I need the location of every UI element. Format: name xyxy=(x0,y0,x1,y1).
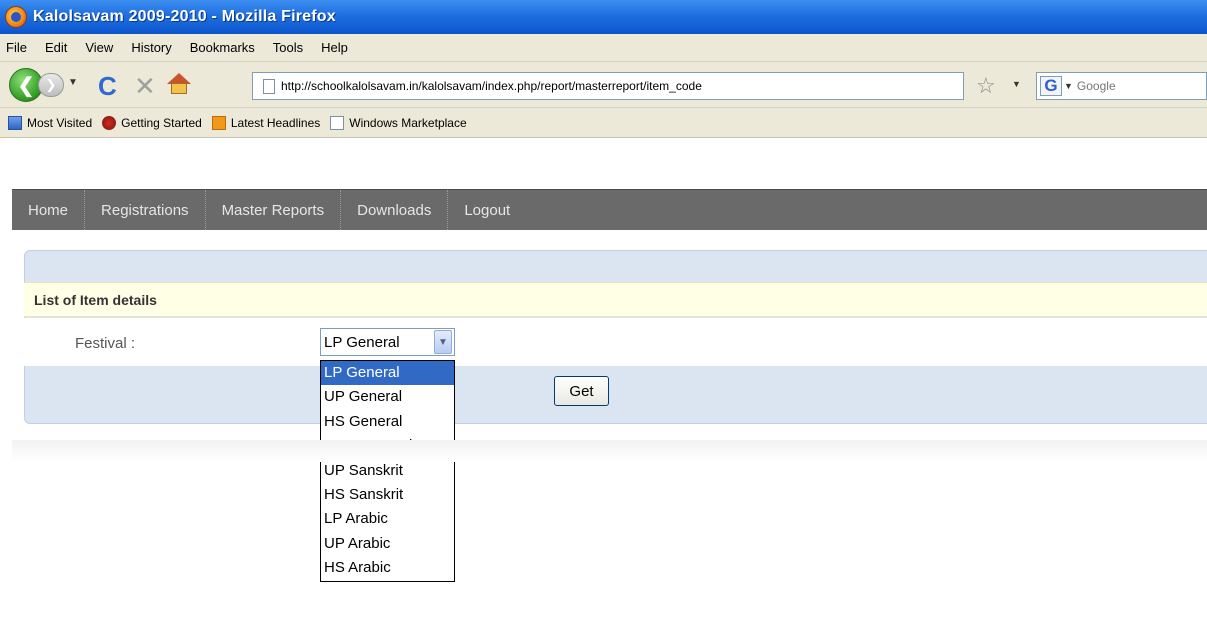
menu-view[interactable]: View xyxy=(83,38,115,57)
menu-file[interactable]: File xyxy=(4,38,29,57)
menu-help[interactable]: Help xyxy=(319,38,350,57)
nav-master-reports[interactable]: Master Reports xyxy=(206,190,342,230)
chevron-down-icon[interactable]: ▼ xyxy=(434,330,452,354)
stop-button[interactable]: ✕ xyxy=(134,71,156,102)
bookmark-most-visited[interactable]: Most Visited xyxy=(8,115,92,130)
festival-option[interactable]: HS Arabic xyxy=(321,556,454,580)
festival-select[interactable]: LP General ▼ xyxy=(320,328,455,356)
content-footer-shadow xyxy=(12,440,1207,462)
festival-option[interactable]: UP Sanskrit xyxy=(321,459,454,483)
festival-option[interactable]: UP General xyxy=(321,385,454,409)
navigation-toolbar: ❮ ❯ ▼ C ✕ http://schoolkalolsavam.in/kal… xyxy=(0,62,1207,108)
festival-label: Festival : xyxy=(75,335,136,352)
forward-arrow-icon: ❯ xyxy=(45,77,57,92)
festival-option[interactable]: LP Arabic xyxy=(321,507,454,531)
address-dropdown-icon[interactable]: ▼ xyxy=(1012,79,1021,89)
bookmark-windows-marketplace[interactable]: Windows Marketplace xyxy=(330,115,467,130)
bookmark-latest-headlines[interactable]: Latest Headlines xyxy=(211,115,320,130)
firefox-logo-icon xyxy=(5,6,27,28)
festival-selected-value: LP General xyxy=(324,333,400,351)
festival-form-row: Festival : xyxy=(24,318,1207,366)
search-input[interactable] xyxy=(1076,79,1197,93)
firefox-icon xyxy=(102,115,117,130)
nav-home[interactable]: Home xyxy=(12,190,86,230)
menu-bookmarks[interactable]: Bookmarks xyxy=(188,38,257,57)
bookmark-getting-started[interactable]: Getting Started xyxy=(102,115,202,130)
search-engine-icon[interactable]: G xyxy=(1040,76,1062,96)
forward-button[interactable]: ❯ xyxy=(38,73,64,97)
bookmarks-toolbar: Most Visited Getting Started Latest Head… xyxy=(0,108,1207,138)
rss-feed-icon xyxy=(211,115,226,130)
menu-history[interactable]: History xyxy=(129,38,173,57)
menu-edit[interactable]: Edit xyxy=(43,38,69,57)
bookmark-star-icon[interactable]: ☆ xyxy=(976,73,996,99)
get-button[interactable]: Get xyxy=(554,376,609,406)
nav-registrations[interactable]: Registrations xyxy=(85,190,206,230)
page-icon xyxy=(330,115,345,130)
most-visited-icon xyxy=(8,115,22,130)
reload-button[interactable]: C xyxy=(98,71,117,102)
festival-dropdown-list: LP General UP General HS General HSS Gen… xyxy=(320,360,455,582)
site-nav: Home Registrations Master Reports Downlo… xyxy=(12,190,1207,230)
back-arrow-icon: ❮ xyxy=(17,74,35,97)
address-bar[interactable]: http://schoolkalolsavam.in/kalolsavam/in… xyxy=(252,72,964,100)
festival-option[interactable]: UP Arabic xyxy=(321,532,454,556)
nav-logout[interactable]: Logout xyxy=(448,190,526,230)
address-url[interactable]: http://schoolkalolsavam.in/kalolsavam/in… xyxy=(281,79,702,93)
search-engine-dropdown-icon[interactable]: ▼ xyxy=(1064,81,1073,91)
report-title: List of Item details xyxy=(34,291,157,308)
history-dropdown-icon[interactable]: ▼ xyxy=(68,77,78,88)
report-header: List of Item details xyxy=(24,282,1207,317)
menu-tools[interactable]: Tools xyxy=(271,38,305,57)
window-title: Kalolsavam 2009-2010 - Mozilla Firefox xyxy=(33,8,336,25)
festival-option[interactable]: HS General xyxy=(321,410,454,434)
home-button[interactable] xyxy=(166,70,192,96)
window-titlebar: Kalolsavam 2009-2010 - Mozilla Firefox xyxy=(0,0,1207,34)
festival-option[interactable]: HS Sanskrit xyxy=(321,483,454,507)
page-icon xyxy=(263,78,275,94)
nav-downloads[interactable]: Downloads xyxy=(341,190,449,230)
festival-option[interactable]: LP General xyxy=(321,361,454,386)
menu-bar: File Edit View History Bookmarks Tools H… xyxy=(0,34,1207,62)
search-bar[interactable]: G ▼ xyxy=(1036,72,1207,100)
